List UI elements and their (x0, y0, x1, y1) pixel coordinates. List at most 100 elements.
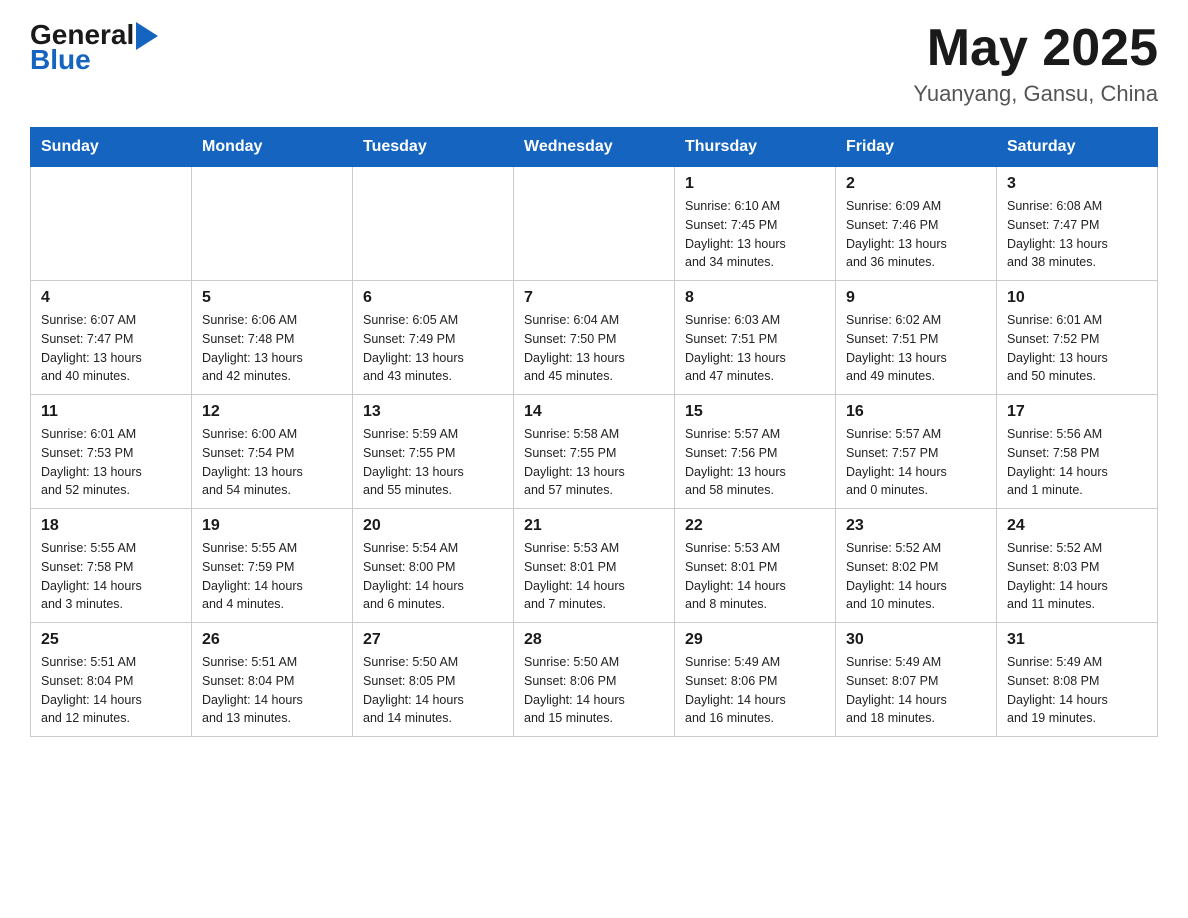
day-number: 26 (202, 631, 342, 649)
day-number: 22 (685, 517, 825, 535)
calendar-cell: 9 Sunrise: 6:02 AM Sunset: 7:51 PM Daylig… (836, 281, 997, 395)
day-number: 3 (1007, 175, 1147, 193)
day-number: 25 (41, 631, 181, 649)
logo: General Blue (30, 20, 158, 74)
day-number: 28 (524, 631, 664, 649)
page-header: General Blue May 2025 Yuanyang, Gansu, C… (30, 20, 1158, 107)
calendar-cell: 5 Sunrise: 6:06 AM Sunset: 7:48 PM Daylig… (192, 281, 353, 395)
calendar-subtitle: Yuanyang, Gansu, China (913, 81, 1158, 107)
day-number: 8 (685, 289, 825, 307)
day-number: 5 (202, 289, 342, 307)
title-section: May 2025 Yuanyang, Gansu, China (913, 20, 1158, 107)
calendar-cell: 18 Sunrise: 5:55 AM Sunset: 7:58 PM Dayli… (31, 509, 192, 623)
day-info: Sunrise: 6:09 AM Sunset: 7:46 PM Dayligh… (846, 197, 986, 272)
calendar-header: SundayMondayTuesdayWednesdayThursdayFrid… (31, 128, 1158, 167)
day-number: 31 (1007, 631, 1147, 649)
day-number: 18 (41, 517, 181, 535)
day-info: Sunrise: 6:01 AM Sunset: 7:52 PM Dayligh… (1007, 311, 1147, 386)
day-number: 4 (41, 289, 181, 307)
day-number: 21 (524, 517, 664, 535)
weekday-header-wednesday: Wednesday (514, 128, 675, 167)
day-number: 1 (685, 175, 825, 193)
calendar-cell: 7 Sunrise: 6:04 AM Sunset: 7:50 PM Daylig… (514, 281, 675, 395)
day-info: Sunrise: 5:49 AM Sunset: 8:06 PM Dayligh… (685, 653, 825, 728)
day-number: 14 (524, 403, 664, 421)
calendar-cell: 20 Sunrise: 5:54 AM Sunset: 8:00 PM Dayli… (353, 509, 514, 623)
calendar-title: May 2025 (913, 20, 1158, 77)
day-number: 17 (1007, 403, 1147, 421)
day-number: 30 (846, 631, 986, 649)
day-number: 12 (202, 403, 342, 421)
day-info: Sunrise: 5:52 AM Sunset: 8:03 PM Dayligh… (1007, 539, 1147, 614)
day-info: Sunrise: 5:54 AM Sunset: 8:00 PM Dayligh… (363, 539, 503, 614)
day-info: Sunrise: 5:51 AM Sunset: 8:04 PM Dayligh… (202, 653, 342, 728)
day-info: Sunrise: 5:55 AM Sunset: 7:58 PM Dayligh… (41, 539, 181, 614)
day-number: 23 (846, 517, 986, 535)
day-info: Sunrise: 5:49 AM Sunset: 8:08 PM Dayligh… (1007, 653, 1147, 728)
calendar-cell (192, 167, 353, 281)
calendar-cell (31, 167, 192, 281)
logo-blue-text: Blue (30, 46, 158, 74)
calendar-cell: 15Sunrise: 5:57 AM Sunset: 7:56 PM Dayli… (675, 395, 836, 509)
day-info: Sunrise: 6:02 AM Sunset: 7:51 PM Dayligh… (846, 311, 986, 386)
calendar-cell: 16Sunrise: 5:57 AM Sunset: 7:57 PM Dayli… (836, 395, 997, 509)
day-info: Sunrise: 5:56 AM Sunset: 7:58 PM Dayligh… (1007, 425, 1147, 500)
day-number: 6 (363, 289, 503, 307)
day-number: 29 (685, 631, 825, 649)
day-number: 19 (202, 517, 342, 535)
day-number: 20 (363, 517, 503, 535)
weekday-header-row: SundayMondayTuesdayWednesdayThursdayFrid… (31, 128, 1158, 167)
calendar-cell: 13 Sunrise: 5:59 AM Sunset: 7:55 PM Dayli… (353, 395, 514, 509)
calendar-cell: 4 Sunrise: 6:07 AM Sunset: 7:47 PM Daylig… (31, 281, 192, 395)
day-info: Sunrise: 6:03 AM Sunset: 7:51 PM Dayligh… (685, 311, 825, 386)
calendar-cell: 6Sunrise: 6:05 AM Sunset: 7:49 PM Daylig… (353, 281, 514, 395)
day-number: 2 (846, 175, 986, 193)
calendar-cell: 22 Sunrise: 5:53 AM Sunset: 8:01 PM Dayli… (675, 509, 836, 623)
weekday-header-monday: Monday (192, 128, 353, 167)
day-number: 13 (363, 403, 503, 421)
calendar-cell: 29 Sunrise: 5:49 AM Sunset: 8:06 PM Dayli… (675, 623, 836, 737)
day-info: Sunrise: 5:49 AM Sunset: 8:07 PM Dayligh… (846, 653, 986, 728)
calendar-cell: 17 Sunrise: 5:56 AM Sunset: 7:58 PM Dayli… (997, 395, 1158, 509)
weekday-header-saturday: Saturday (997, 128, 1158, 167)
day-info: Sunrise: 6:07 AM Sunset: 7:47 PM Dayligh… (41, 311, 181, 386)
day-info: Sunrise: 6:00 AM Sunset: 7:54 PM Dayligh… (202, 425, 342, 500)
calendar-cell: 2 Sunrise: 6:09 AM Sunset: 7:46 PM Daylig… (836, 167, 997, 281)
calendar-table: SundayMondayTuesdayWednesdayThursdayFrid… (30, 127, 1158, 737)
calendar-cell: 8 Sunrise: 6:03 AM Sunset: 7:51 PM Daylig… (675, 281, 836, 395)
day-info: Sunrise: 5:55 AM Sunset: 7:59 PM Dayligh… (202, 539, 342, 614)
calendar-body: 1Sunrise: 6:10 AM Sunset: 7:45 PM Daylig… (31, 167, 1158, 737)
calendar-cell: 12 Sunrise: 6:00 AM Sunset: 7:54 PM Dayli… (192, 395, 353, 509)
calendar-cell (514, 167, 675, 281)
calendar-cell: 14 Sunrise: 5:58 AM Sunset: 7:55 PM Dayli… (514, 395, 675, 509)
day-number: 10 (1007, 289, 1147, 307)
calendar-cell: 30 Sunrise: 5:49 AM Sunset: 8:07 PM Dayli… (836, 623, 997, 737)
day-info: Sunrise: 5:59 AM Sunset: 7:55 PM Dayligh… (363, 425, 503, 500)
day-number: 9 (846, 289, 986, 307)
calendar-cell: 24 Sunrise: 5:52 AM Sunset: 8:03 PM Dayli… (997, 509, 1158, 623)
calendar-cell: 3 Sunrise: 6:08 AM Sunset: 7:47 PM Daylig… (997, 167, 1158, 281)
calendar-week-3: 11Sunrise: 6:01 AM Sunset: 7:53 PM Dayli… (31, 395, 1158, 509)
day-info: Sunrise: 5:50 AM Sunset: 8:05 PM Dayligh… (363, 653, 503, 728)
calendar-cell: 21Sunrise: 5:53 AM Sunset: 8:01 PM Dayli… (514, 509, 675, 623)
calendar-cell: 10 Sunrise: 6:01 AM Sunset: 7:52 PM Dayli… (997, 281, 1158, 395)
day-number: 7 (524, 289, 664, 307)
day-info: Sunrise: 6:08 AM Sunset: 7:47 PM Dayligh… (1007, 197, 1147, 272)
calendar-cell: 11Sunrise: 6:01 AM Sunset: 7:53 PM Dayli… (31, 395, 192, 509)
day-info: Sunrise: 5:50 AM Sunset: 8:06 PM Dayligh… (524, 653, 664, 728)
day-number: 24 (1007, 517, 1147, 535)
day-info: Sunrise: 5:52 AM Sunset: 8:02 PM Dayligh… (846, 539, 986, 614)
day-info: Sunrise: 6:01 AM Sunset: 7:53 PM Dayligh… (41, 425, 181, 500)
calendar-cell: 26 Sunrise: 5:51 AM Sunset: 8:04 PM Dayli… (192, 623, 353, 737)
day-info: Sunrise: 5:51 AM Sunset: 8:04 PM Dayligh… (41, 653, 181, 728)
calendar-cell: 27Sunrise: 5:50 AM Sunset: 8:05 PM Dayli… (353, 623, 514, 737)
day-info: Sunrise: 5:53 AM Sunset: 8:01 PM Dayligh… (685, 539, 825, 614)
day-info: Sunrise: 5:57 AM Sunset: 7:57 PM Dayligh… (846, 425, 986, 500)
calendar-cell: 31 Sunrise: 5:49 AM Sunset: 8:08 PM Dayli… (997, 623, 1158, 737)
weekday-header-sunday: Sunday (31, 128, 192, 167)
day-info: Sunrise: 6:04 AM Sunset: 7:50 PM Dayligh… (524, 311, 664, 386)
day-info: Sunrise: 5:58 AM Sunset: 7:55 PM Dayligh… (524, 425, 664, 500)
calendar-cell: 28 Sunrise: 5:50 AM Sunset: 8:06 PM Dayli… (514, 623, 675, 737)
day-info: Sunrise: 6:06 AM Sunset: 7:48 PM Dayligh… (202, 311, 342, 386)
calendar-cell: 1Sunrise: 6:10 AM Sunset: 7:45 PM Daylig… (675, 167, 836, 281)
